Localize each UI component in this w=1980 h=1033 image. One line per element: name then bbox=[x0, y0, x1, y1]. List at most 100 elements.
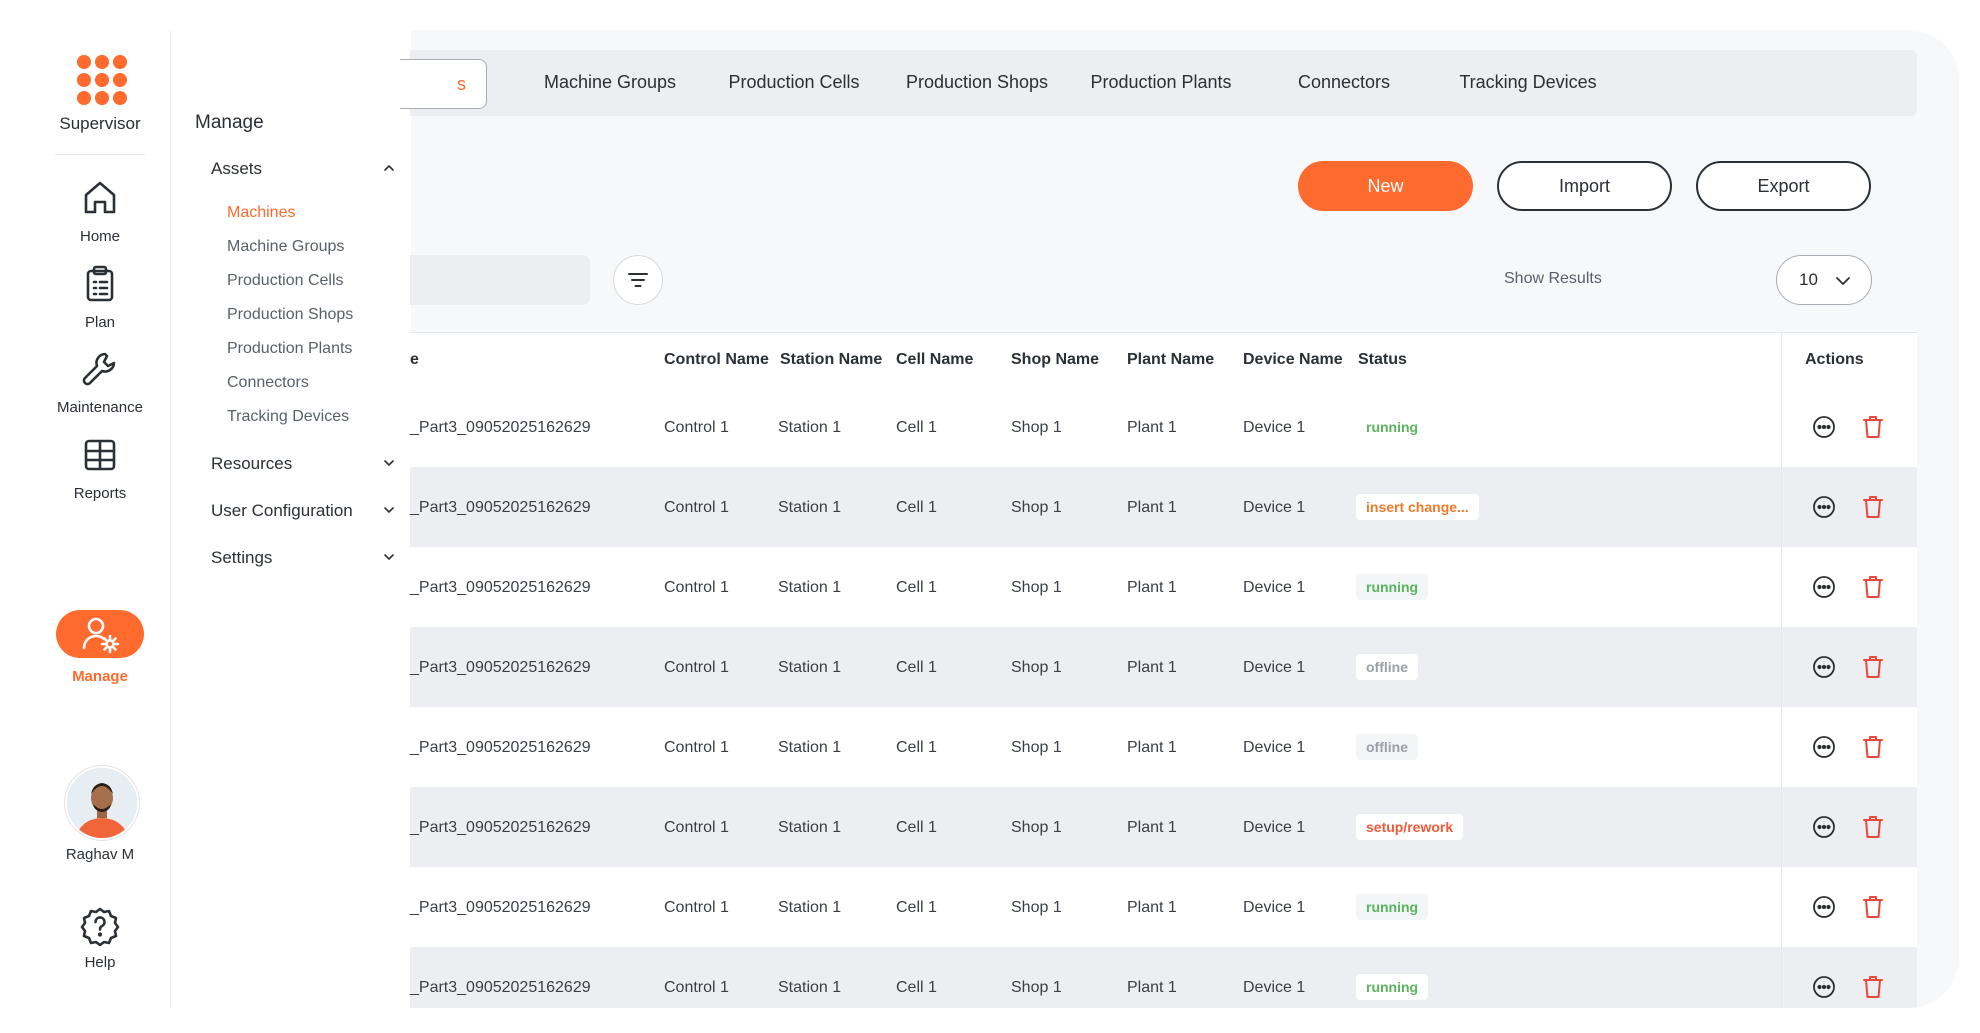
table-row[interactable]: _Part3_09052025162629 Control 1 Station … bbox=[410, 707, 1917, 787]
column-header-device[interactable]: Device Name bbox=[1243, 351, 1343, 369]
cell-shop: Shop 1 bbox=[1011, 899, 1062, 916]
cell-name: _Part3_09052025162629 bbox=[410, 499, 591, 516]
submenu-item-machine-groups[interactable]: Machine Groups bbox=[227, 238, 344, 256]
column-header-plant[interactable]: Plant Name bbox=[1127, 351, 1214, 369]
table-row[interactable]: _Part3_09052025162629 Control 1 Station … bbox=[410, 787, 1917, 867]
export-button[interactable]: Export bbox=[1696, 161, 1871, 211]
column-header-shop[interactable]: Shop Name bbox=[1011, 351, 1099, 369]
cell-device: Device 1 bbox=[1243, 659, 1306, 676]
rail-item-label: Maintenance bbox=[57, 399, 143, 416]
rail-item-plan[interactable]: Plan bbox=[30, 264, 170, 354]
cell-device: Device 1 bbox=[1243, 899, 1306, 916]
cell-shop: Shop 1 bbox=[1011, 499, 1062, 516]
brand-name: Supervisor bbox=[59, 114, 141, 133]
status-badge: running bbox=[1356, 414, 1429, 440]
submenu-group-resources[interactable]: Resources bbox=[211, 454, 396, 474]
tab-machines[interactable]: s bbox=[400, 59, 487, 109]
delete-icon[interactable] bbox=[1862, 734, 1884, 760]
table-row[interactable]: _Part3_09052025162629 Control 1 Station … bbox=[410, 947, 1917, 1008]
cell-name: _Part3_09052025162629 bbox=[410, 819, 591, 836]
tab-machine-groups[interactable]: Machine Groups bbox=[510, 72, 710, 93]
cell-control: Control 1 bbox=[664, 579, 729, 596]
tab-tracking-devices[interactable]: Tracking Devices bbox=[1428, 72, 1628, 93]
new-button[interactable]: New bbox=[1298, 161, 1473, 211]
more-options-icon[interactable] bbox=[1812, 415, 1836, 439]
more-options-icon[interactable] bbox=[1812, 655, 1836, 679]
delete-icon[interactable] bbox=[1862, 974, 1884, 1000]
rail-item-manage[interactable] bbox=[56, 610, 144, 658]
table-row[interactable]: _Part3_09052025162629 Control 1 Station … bbox=[410, 627, 1917, 707]
more-options-icon[interactable] bbox=[1812, 975, 1836, 999]
tab-production-cells[interactable]: Production Cells bbox=[694, 72, 894, 93]
submenu-item-tracking-devices[interactable]: Tracking Devices bbox=[227, 408, 349, 426]
help-icon[interactable] bbox=[80, 906, 120, 946]
more-options-icon[interactable] bbox=[1812, 495, 1836, 519]
delete-icon[interactable] bbox=[1862, 414, 1884, 440]
asset-tab-bar: s Machine Groups Production Cells Produc… bbox=[400, 50, 1917, 116]
search-input[interactable] bbox=[410, 255, 590, 305]
column-header-station[interactable]: Station Name bbox=[780, 351, 882, 369]
more-options-icon[interactable] bbox=[1812, 735, 1836, 759]
chevron-down-icon bbox=[384, 507, 394, 514]
column-header-control[interactable]: Control Name bbox=[664, 351, 769, 369]
cell-shop: Shop 1 bbox=[1011, 659, 1062, 676]
submenu-item-machines[interactable]: Machines bbox=[227, 204, 295, 222]
rail-item-home[interactable]: Home bbox=[30, 178, 170, 268]
cell-shop: Shop 1 bbox=[1011, 979, 1062, 996]
cell-plant: Plant 1 bbox=[1127, 659, 1177, 676]
cell-plant: Plant 1 bbox=[1127, 419, 1177, 436]
status-badge: setup/rework bbox=[1356, 814, 1464, 840]
cell-plant: Plant 1 bbox=[1127, 819, 1177, 836]
tab-connectors[interactable]: Connectors bbox=[1244, 72, 1444, 93]
more-options-icon[interactable] bbox=[1812, 895, 1836, 919]
cell-name: _Part3_09052025162629 bbox=[410, 579, 591, 596]
submenu-item-production-plants[interactable]: Production Plants bbox=[227, 340, 352, 358]
cell-device: Device 1 bbox=[1243, 579, 1306, 596]
rail-item-reports[interactable]: Reports bbox=[30, 435, 170, 525]
submenu-item-connectors[interactable]: Connectors bbox=[227, 374, 309, 392]
cell-cell: Cell 1 bbox=[896, 899, 937, 916]
page-size-select[interactable]: 10 bbox=[1776, 255, 1872, 305]
more-options-icon[interactable] bbox=[1812, 575, 1836, 599]
submenu-group-label: Assets bbox=[211, 159, 263, 178]
cell-cell: Cell 1 bbox=[896, 979, 937, 996]
delete-icon[interactable] bbox=[1862, 894, 1884, 920]
status-badge: offline bbox=[1356, 654, 1418, 680]
rail-item-maintenance[interactable]: Maintenance bbox=[30, 349, 170, 439]
more-options-icon[interactable] bbox=[1812, 815, 1836, 839]
table-row[interactable]: _Part3_09052025162629 Control 1 Station … bbox=[410, 547, 1917, 627]
brand-logo-icon[interactable] bbox=[77, 55, 127, 105]
table-row[interactable]: _Part3_09052025162629 Control 1 Station … bbox=[410, 867, 1917, 947]
submenu-group-user-configuration[interactable]: User Configuration bbox=[211, 501, 396, 521]
table-row[interactable]: _Part3_09052025162629 Control 1 Station … bbox=[410, 387, 1917, 467]
delete-icon[interactable] bbox=[1862, 494, 1884, 520]
submenu-group-assets[interactable]: Assets bbox=[211, 159, 396, 179]
table-row[interactable]: _Part3_09052025162629 Control 1 Station … bbox=[410, 467, 1917, 547]
cell-station: Station 1 bbox=[778, 659, 842, 676]
delete-icon[interactable] bbox=[1862, 654, 1884, 680]
column-header-status[interactable]: Status bbox=[1358, 351, 1407, 369]
cell-cell: Cell 1 bbox=[896, 819, 937, 836]
column-header-cell[interactable]: Cell Name bbox=[896, 351, 973, 369]
submenu-item-production-cells[interactable]: Production Cells bbox=[227, 272, 344, 290]
delete-icon[interactable] bbox=[1862, 574, 1884, 600]
cell-plant: Plant 1 bbox=[1127, 739, 1177, 756]
import-button[interactable]: Import bbox=[1497, 161, 1672, 211]
column-header-name[interactable]: e bbox=[410, 351, 419, 369]
cell-control: Control 1 bbox=[664, 899, 729, 916]
filter-button[interactable] bbox=[613, 255, 663, 305]
status-badge: running bbox=[1356, 574, 1429, 600]
tab-production-shops[interactable]: Production Shops bbox=[877, 72, 1077, 93]
cell-station: Station 1 bbox=[778, 739, 842, 756]
cell-control: Control 1 bbox=[664, 819, 729, 836]
cell-cell: Cell 1 bbox=[896, 499, 937, 516]
cell-device: Device 1 bbox=[1243, 499, 1306, 516]
delete-icon[interactable] bbox=[1862, 814, 1884, 840]
wrench-icon bbox=[82, 352, 116, 386]
submenu-group-settings[interactable]: Settings bbox=[211, 548, 396, 568]
user-avatar[interactable] bbox=[65, 766, 139, 840]
submenu-item-production-shops[interactable]: Production Shops bbox=[227, 306, 353, 324]
tab-production-plants[interactable]: Production Plants bbox=[1061, 72, 1261, 93]
cell-device: Device 1 bbox=[1243, 819, 1306, 836]
rail-item-label: Home bbox=[79, 228, 120, 245]
